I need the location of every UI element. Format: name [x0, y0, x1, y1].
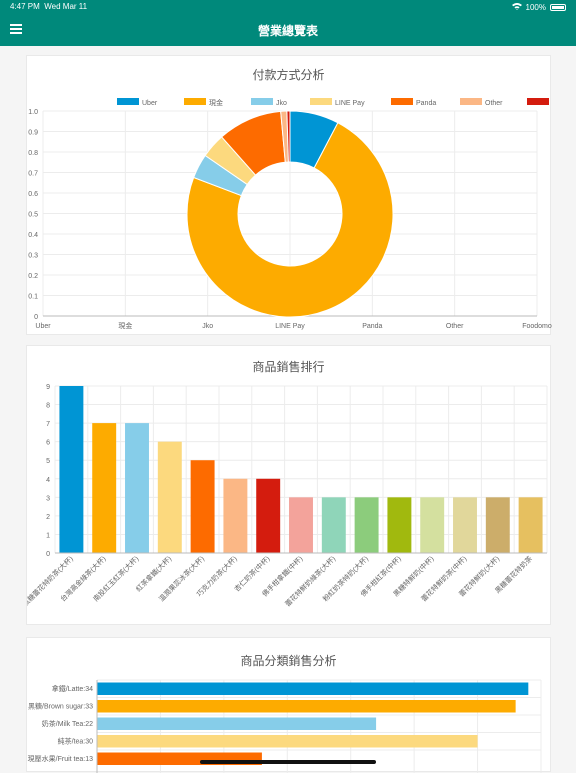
ranking-bar [157, 441, 182, 553]
wifi-icon [511, 2, 522, 12]
x-tick-label: Panda [362, 323, 382, 330]
battery-icon [550, 3, 566, 11]
y-tick-label: 純茶/tea:30 [58, 737, 94, 746]
y-tick-label: 0.8 [28, 150, 38, 157]
ranking-bar [59, 386, 84, 553]
y-tick-label: 0.9 [28, 130, 38, 137]
y-tick-label: 1.0 [28, 109, 38, 116]
product-ranking-chart: 0123456789黑糖蕾花特奶茶(大杯)台灣高金綠茶(大杯)南投紅玉紅茶(大杯… [27, 384, 548, 608]
category-sales-card: 商品分類銷售分析 拿鐵/Latte:34 黑糖/Brown sugar:33 奶茶/… [26, 637, 551, 773]
y-tick-label: 0.1 [28, 294, 38, 301]
ranking-bar [256, 478, 281, 553]
y-tick-label: 0.5 [28, 212, 38, 219]
legend-label: LINE Pay [335, 100, 365, 107]
legend-label: Other [485, 100, 503, 107]
legend-label: Jko [276, 100, 287, 107]
y-tick-label: 7 [46, 421, 50, 428]
ranking-bar [92, 423, 117, 553]
legend-label: Panda [416, 100, 436, 107]
y-tick-label: 黑糖/Brown sugar:33 [28, 702, 93, 711]
status-right: 100% [511, 2, 566, 12]
x-tick-label: Uber [35, 323, 51, 330]
y-tick-label: 5 [46, 458, 50, 465]
category-bar [97, 717, 377, 730]
status-time-date: 4:47 PM Wed Mar 11 [10, 2, 87, 11]
category-bar [97, 735, 478, 748]
y-tick-label: 1 [46, 532, 50, 539]
x-tick-label: Other [446, 323, 464, 330]
ranking-bar [190, 460, 215, 553]
category-bar [97, 700, 516, 713]
ranking-bar [518, 497, 543, 553]
legend-swatch [527, 98, 549, 105]
legend-swatch [251, 98, 273, 105]
battery-percent: 100% [525, 2, 546, 12]
legend-swatch [117, 98, 139, 105]
ranking-bar [289, 497, 313, 553]
home-indicator [200, 760, 376, 764]
y-tick-label: 0.6 [28, 191, 38, 198]
y-tick-label: 9 [46, 384, 50, 391]
x-tick-label: LINE Pay [275, 323, 305, 330]
category-bar [97, 682, 529, 695]
y-tick-label: 奶茶/Milk Tea:22 [42, 719, 93, 728]
ranking-bar [453, 497, 477, 553]
ranking-bar [321, 497, 346, 553]
ranking-bar [420, 497, 445, 553]
app-bar: 營業總覽表 [0, 14, 576, 46]
status-date: Wed Mar 11 [44, 2, 88, 11]
x-tick-label: Jko [202, 323, 213, 330]
y-tick-label: 0.3 [28, 253, 38, 260]
legend-swatch [460, 98, 482, 105]
product-ranking-card: 商品銷售排行 0 1 2 3 4 5 6 7 8 9 黑糖蕾花特奶茶(大杯) 台灣高金綠茶(大杯) 南投… [26, 345, 551, 625]
ranking-bar [223, 478, 248, 553]
legend-swatch [391, 98, 413, 105]
ranking-bar [354, 497, 379, 553]
y-tick-label: 0 [46, 551, 50, 558]
ranking-bar [387, 497, 412, 553]
y-tick-label: 6 [46, 440, 50, 447]
page-title: 營業總覽表 [257, 24, 318, 38]
y-tick-label: 0 [34, 314, 38, 321]
payment-method-card: 付款方式分析 Uber現金JkoLINE PayPandaOtherFoodom… [26, 55, 552, 335]
status-time: 4:47 PM [10, 2, 40, 11]
y-tick-label: 0.7 [28, 171, 38, 178]
category-sales-chart: 拿鐵/Latte:34 黑糖/Brown sugar:33 奶茶/Milk Tea:… [28, 679, 542, 773]
legend-swatch [310, 98, 332, 105]
y-tick-label: 0.4 [28, 232, 38, 239]
legend-swatch [184, 98, 206, 105]
x-tick-label: Foodomo [522, 323, 552, 330]
y-tick-label: 0.2 [28, 273, 38, 280]
y-tick-label: 8 [46, 403, 50, 410]
ranking-bar [125, 423, 149, 553]
ranking-bar [485, 497, 510, 553]
y-tick-label: 拿鐵/Latte:34 [52, 684, 93, 693]
y-tick-label: 現壓水果/Fruit tea:13 [28, 754, 93, 763]
payment-method-chart: Uber 現金 Jko LINE Pay Panda Other Foodomo 0 0.1 0.… [28, 98, 552, 330]
y-tick-label: 3 [46, 495, 50, 502]
legend-label: 現金 [209, 98, 223, 107]
status-bar: 4:47 PM Wed Mar 11 100% [0, 0, 576, 14]
y-tick-label: 2 [46, 514, 50, 521]
legend-label: Uber [142, 100, 158, 107]
x-tick-label: 現金 [118, 321, 132, 330]
y-tick-label: 4 [46, 477, 50, 484]
